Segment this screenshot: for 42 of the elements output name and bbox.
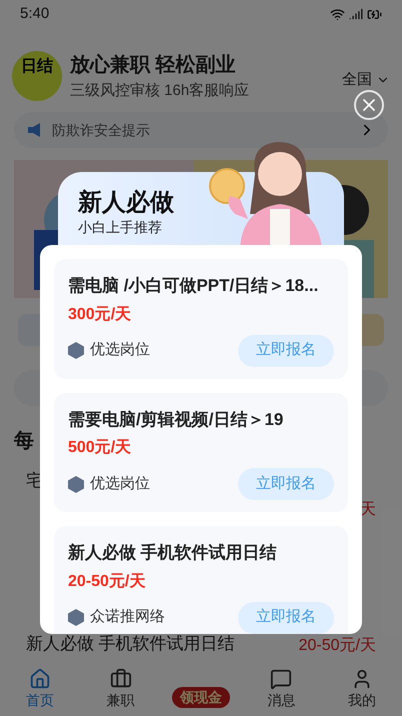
company-name: 优选岗位 [90, 474, 150, 494]
nav-tab[interactable]: 消息 [241, 662, 322, 716]
section-title: 每 [14, 429, 34, 454]
notice-bar[interactable]: 防欺诈安全提示 [14, 112, 388, 148]
apply-button[interactable]: 立即报名 [238, 334, 334, 366]
company-name: 众诺推网络 [90, 607, 165, 628]
tab-icon [29, 668, 52, 690]
nav-tab[interactable]: 兼职 [80, 662, 161, 716]
close-button[interactable] [354, 90, 384, 120]
nav-tab[interactable]: 我的 [322, 662, 402, 716]
wifi-icon [330, 6, 345, 22]
job-wage: 300元/天 [68, 304, 132, 324]
tab-icon [110, 668, 132, 690]
apply-button[interactable]: 立即报名 [238, 602, 334, 634]
notice-text: 防欺诈安全提示 [52, 120, 151, 140]
company-icon [68, 342, 84, 359]
company-icon [68, 476, 84, 492]
popup-subtitle: 小白上手推荐 [78, 218, 162, 237]
job-card[interactable]: 需电脑 /小白可做PPT/日结＞18... 300元/天 优选岗位 立即报名 [54, 259, 348, 378]
job-wage: 500元/天 [68, 438, 132, 458]
cash-tab[interactable]: 领现金 [160, 662, 242, 716]
job-wage: 20-50元/天 [298, 636, 376, 656]
job-title: 需电脑 /小白可做PPT/日结＞18... [68, 275, 320, 297]
job-card[interactable]: 新人必做 手机软件试用日结 20-50元/天 众诺推网络 立即报名 [54, 526, 348, 634]
app-subtitle: 三级风控审核 16h客服响应 [70, 80, 250, 101]
company-icon [68, 609, 84, 626]
region-selector[interactable]: 全国 [342, 68, 390, 92]
apply-button[interactable]: 立即报名 [238, 468, 334, 500]
nav-tab[interactable]: 首页 [0, 662, 80, 716]
job-title: 需要电脑/剪辑视频/日结＞19 [68, 408, 284, 430]
popup-title: 新人必做 [78, 188, 174, 218]
job-wage: 20-50元/天 [68, 572, 146, 592]
job-title: 新人必做 手机软件试用日结 [68, 542, 278, 564]
tab-icon [270, 668, 292, 690]
app-title: 放心兼职 轻松副业 [70, 52, 237, 78]
status-time: 5:40 [20, 4, 50, 24]
logo: 日结 [12, 51, 62, 101]
job-title: 新人必做 手机软件试用日结 [26, 632, 235, 655]
job-card[interactable]: 需要电脑/剪辑视频/日结＞19 500元/天 优选岗位 立即报名 [54, 392, 348, 512]
job-wage: 天 [360, 500, 376, 520]
company-name: 优选岗位 [90, 340, 150, 360]
signal-icon [349, 7, 363, 21]
